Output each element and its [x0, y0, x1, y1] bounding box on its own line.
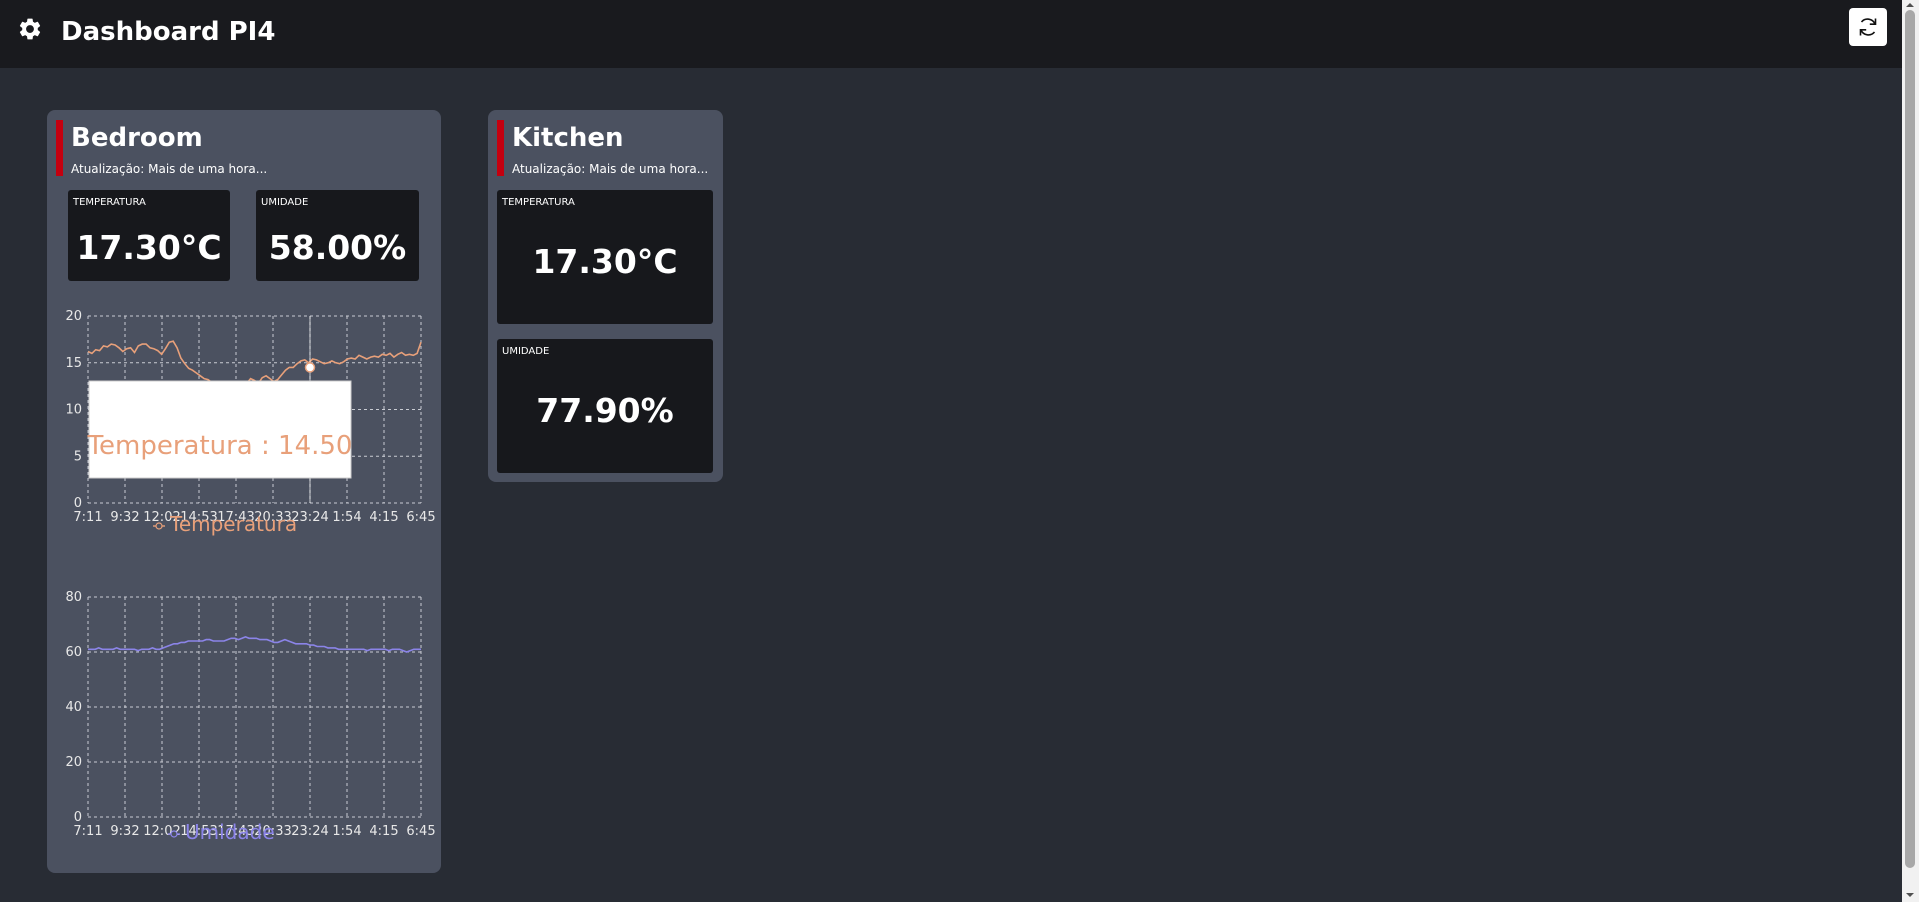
scrollbar-thumb[interactable] — [1905, 10, 1915, 868]
update-status: Atualização: Mais de uma hora... — [512, 162, 709, 176]
update-status: Atualização: Mais de uma hora... — [71, 162, 268, 176]
legend-marker — [155, 522, 163, 530]
status-indicator — [497, 120, 504, 176]
legend-marker — [170, 830, 178, 838]
y-tick-label: 60 — [65, 645, 82, 660]
y-tick-label: 5 — [74, 449, 82, 464]
x-tick-label: 1:54 — [332, 510, 361, 525]
x-tick-label: 1:54 — [332, 824, 361, 839]
hover-point — [304, 362, 316, 373]
x-tick-label: 9:32 — [110, 824, 139, 839]
tile-label: TEMPERATURA — [73, 197, 146, 208]
y-tick-label: 20 — [65, 309, 82, 324]
sensor-card-kitchen: Kitchen Atualização: Mais de uma hora...… — [488, 110, 723, 482]
y-tick-label: 40 — [65, 700, 82, 715]
status-indicator — [56, 120, 63, 176]
temperature-value: 17.30°C — [532, 242, 678, 281]
x-tick-label: 7:11 — [73, 824, 102, 839]
y-tick-label: 0 — [74, 496, 82, 511]
temperature-tile: TEMPERATURA 17.30°C — [68, 190, 230, 281]
page-title: Dashboard PI4 — [61, 17, 276, 47]
temperature-value: 17.30°C — [76, 228, 222, 267]
humidity-tile: UMIDADE 77.90% — [497, 339, 713, 473]
x-tick-label: 7:11 — [73, 510, 102, 525]
tile-label: UMIDADE — [502, 346, 550, 357]
scroll-down-arrow-icon[interactable] — [1905, 891, 1915, 899]
series-line — [88, 636, 421, 653]
tile-label: UMIDADE — [261, 197, 309, 208]
x-tick-label: 6:45 — [406, 510, 435, 525]
legend-label: Temperatura — [169, 512, 297, 536]
refresh-button[interactable] — [1849, 8, 1887, 46]
temperature-tile: TEMPERATURA 17.30°C — [497, 190, 713, 324]
tooltip-text: Temperatura : 14.50 — [87, 431, 353, 461]
top-bar: Dashboard PI4 — [0, 0, 1902, 68]
humidity-value: 77.90% — [536, 391, 674, 430]
scroll-up-arrow-icon[interactable] — [1905, 1, 1915, 9]
refresh-icon — [1859, 18, 1877, 36]
x-tick-label: 6:45 — [406, 824, 435, 839]
gear-icon[interactable] — [17, 16, 43, 42]
x-tick-label: 9:32 — [110, 510, 139, 525]
legend-label: Umidade — [185, 820, 275, 844]
y-tick-label: 15 — [65, 356, 82, 371]
humidity-tile: UMIDADE 58.00% — [256, 190, 419, 281]
x-tick-label: 4:15 — [369, 824, 398, 839]
card-title: Kitchen — [512, 123, 624, 153]
y-tick-label: 10 — [65, 403, 82, 418]
x-tick-label: 4:15 — [369, 510, 398, 525]
humidity-chart[interactable]: 0204060807:11 9:32 12:02 14:53 17:43 20:33 23:… — [47, 577, 441, 867]
y-tick-label: 0 — [74, 810, 82, 825]
sensor-card-bedroom: Bedroom Atualização: Mais de uma hora...… — [47, 110, 441, 873]
tile-label: TEMPERATURA — [502, 197, 575, 208]
x-tick-label: 23:24 — [291, 824, 328, 839]
card-title: Bedroom — [71, 123, 203, 153]
y-tick-label: 20 — [65, 755, 82, 770]
temperature-chart[interactable]: 051015207:11 9:32 12:02 14:53 17:43 20:33 23:2… — [47, 296, 441, 541]
tooltip — [88, 380, 352, 479]
humidity-value: 58.00% — [268, 228, 407, 267]
y-tick-label: 80 — [65, 590, 82, 605]
